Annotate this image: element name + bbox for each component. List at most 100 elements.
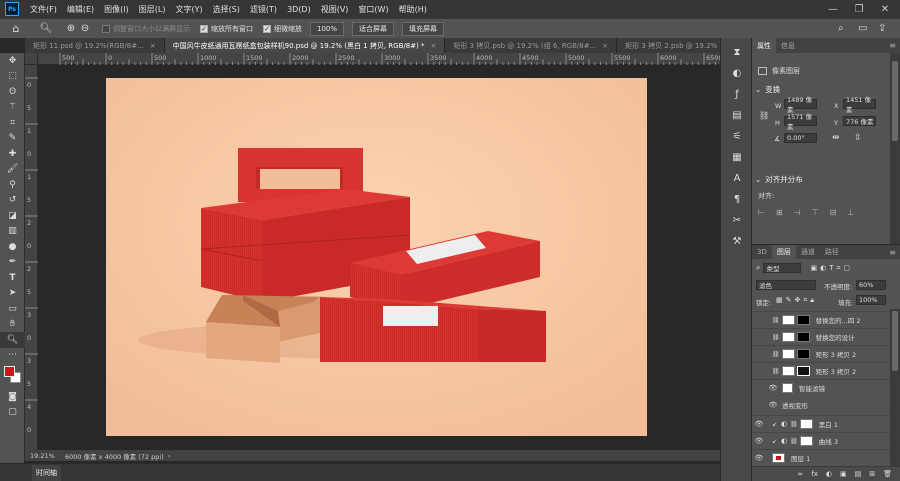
character-panel-icon[interactable]: A	[721, 168, 753, 189]
menu-select[interactable]: 选择(S)	[208, 4, 245, 15]
layer-row[interactable]: ⛓ 矩形 3 拷贝 2	[752, 362, 890, 379]
magic-wand-icon[interactable]: ⚚	[0, 100, 25, 116]
eye-icon[interactable]: 👁︎	[766, 384, 780, 392]
brush-tool-icon[interactable]: 🖌︎	[0, 162, 25, 178]
properties-scrollbar[interactable]	[890, 53, 900, 244]
menu-filter[interactable]: 滤镜(T)	[245, 4, 282, 15]
align-right-icon[interactable]: ⊣	[794, 208, 801, 217]
menu-type[interactable]: 文字(Y)	[170, 4, 207, 15]
zoom-tool-sidebar-icon[interactable]: 🔍︎	[0, 332, 25, 348]
timeline-tab[interactable]: 时间轴	[32, 464, 61, 481]
layers-scrollbar[interactable]	[890, 309, 900, 466]
angle-field[interactable]: 0.00°	[784, 133, 817, 143]
x-field[interactable]: 1451 像素	[843, 96, 876, 114]
restore-button[interactable]: ❐	[846, 0, 872, 18]
move-tool-icon[interactable]: ✥	[0, 53, 25, 69]
layer-row[interactable]: ⛓ 替换您的...四 2	[752, 311, 890, 328]
flip-horizontal-icon[interactable]: ⇹	[832, 133, 840, 143]
menu-help[interactable]: 帮助(H)	[394, 4, 432, 15]
link-icon[interactable]: ⛓	[759, 111, 769, 120]
minimize-button[interactable]: —	[820, 0, 846, 18]
fx-icon[interactable]: fx	[811, 470, 818, 478]
doc-tab-active[interactable]: 中国风牛皮纸通用瓦楞纸盒包装样机90.psd @ 19.2% (黑白 1 拷贝,…	[164, 38, 446, 53]
scroll-thumb[interactable]	[892, 61, 898, 141]
eraser-icon[interactable]: ◪	[0, 208, 25, 224]
layer-row[interactable]: 👁︎ ↙ ◐ ⛓ 曲线 3	[752, 432, 890, 449]
fx-panel-icon[interactable]: ƒ	[721, 84, 753, 105]
document-canvas[interactable]	[38, 65, 720, 450]
eyedropper-icon[interactable]: ✎	[0, 131, 25, 147]
search-icon[interactable]: ⌕	[838, 23, 844, 34]
lasso-tool-icon[interactable]: ʘ	[0, 84, 25, 100]
y-field[interactable]: 776 像素	[843, 116, 876, 126]
filter-icons[interactable]: ▣◐T⌗▢	[810, 264, 853, 273]
align-center-h-icon[interactable]: ⊞	[776, 208, 783, 217]
menu-layer[interactable]: 图层(L)	[134, 4, 171, 15]
tab-paths[interactable]: 路径	[820, 245, 844, 260]
fit-screen-button[interactable]: 适合屏幕	[352, 21, 395, 36]
eye-icon[interactable]: 👁︎	[766, 401, 780, 409]
paragraph-panel-icon[interactable]: ¶	[721, 189, 753, 210]
layer-row[interactable]: 👁︎ ↙ ◐ ⛓ 黑白 1	[752, 415, 890, 432]
layer-row[interactable]: 👁︎ 图层 1	[752, 449, 890, 466]
tab-properties[interactable]: 属性	[752, 38, 776, 53]
dodge-tool-icon[interactable]: ●	[0, 239, 25, 255]
swatches-panel-icon[interactable]: ▦	[721, 147, 753, 168]
close-tab-icon[interactable]: ×	[150, 42, 156, 50]
link-layers-icon[interactable]: ∞	[797, 470, 803, 478]
pen-tool-icon[interactable]: ✒	[0, 255, 25, 271]
adjustment-layer-icon[interactable]: ▣	[840, 470, 847, 478]
menu-window[interactable]: 窗口(W)	[353, 4, 393, 15]
blend-mode-select[interactable]: 滤色	[756, 280, 816, 290]
group-icon[interactable]: ▤	[855, 470, 862, 478]
crop-tool-icon[interactable]: ⌗	[0, 115, 25, 131]
trash-icon[interactable]: 🗑	[883, 470, 892, 478]
align-bottom-icon[interactable]: ⊥	[847, 208, 854, 217]
smart-filter-row[interactable]: 👁︎ 智能滤镜	[752, 379, 890, 396]
align-middle-v-icon[interactable]: ⊟	[830, 208, 837, 217]
scroll-thumb[interactable]	[892, 311, 898, 371]
workspace-icon[interactable]: ▭	[858, 23, 867, 34]
flip-vertical-icon[interactable]: ⇳	[854, 133, 862, 143]
filter-kind-select[interactable]: 类型	[763, 263, 802, 273]
scrubby-zoom-checkbox[interactable]: ✓ 细微缩放	[263, 24, 302, 34]
tab-3d[interactable]: 3D	[752, 245, 772, 260]
new-layer-icon[interactable]: ⊞	[869, 470, 875, 478]
zoom-all-checkbox[interactable]: ✓ 缩放所有窗口	[200, 24, 253, 34]
close-tab-icon[interactable]: ×	[431, 42, 437, 50]
width-field[interactable]: 1489 像素	[784, 96, 817, 114]
share-icon[interactable]: ⇪	[878, 23, 886, 34]
add-mask-icon[interactable]: ◐	[826, 470, 832, 478]
more-tools-icon[interactable]: ⋯	[0, 348, 25, 364]
fill-field[interactable]: 100%	[856, 295, 886, 305]
hand-tool-icon[interactable]: ✋︎	[0, 317, 25, 333]
layer-row[interactable]: ⛓ 矩形 3 拷贝 2	[752, 345, 890, 362]
marquee-tool-icon[interactable]: ⬚	[0, 69, 25, 85]
history-brush-icon[interactable]: ↺	[0, 193, 25, 209]
fill-screen-button[interactable]: 填充屏幕	[402, 21, 445, 36]
tool-presets-icon[interactable]: ✂	[721, 210, 753, 231]
type-tool-icon[interactable]: T	[0, 270, 25, 286]
opacity-field[interactable]: 60%	[856, 280, 886, 290]
rectangle-tool-icon[interactable]: ▭	[0, 301, 25, 317]
layers-menu-icon[interactable]: ≡	[889, 248, 896, 257]
adjustments-panel-icon[interactable]: ▤	[721, 105, 753, 126]
healing-brush-icon[interactable]: ✚	[0, 146, 25, 162]
panel-menu-icon[interactable]: ≡	[889, 41, 896, 50]
align-top-icon[interactable]: ⊤	[812, 208, 819, 217]
zoom-tool-icon[interactable]: 🔍︎	[34, 23, 58, 34]
close-tab-icon[interactable]: ×	[602, 42, 608, 50]
height-field[interactable]: 1571 像素	[784, 113, 817, 131]
zoom-out-icon[interactable]: ⊖	[78, 23, 92, 34]
color-panel-icon[interactable]: ◐	[721, 63, 753, 84]
doc-tab[interactable]: 矩形 11.psd @ 19.2%(RGB/8#... ×	[25, 38, 165, 53]
clone-stamp-icon[interactable]: ⚲	[0, 177, 25, 193]
canvas-area[interactable]	[38, 65, 720, 450]
doc-tab[interactable]: 矩形 3 拷贝.psb @ 19.2% (组 6, RGB/8#... ×	[445, 38, 618, 53]
align-header[interactable]: ⌄ 对齐并分布	[755, 174, 803, 185]
history-panel-icon[interactable]: ⧗	[721, 42, 753, 63]
tab-channels[interactable]: 通道	[796, 245, 820, 260]
quick-mask-icon[interactable]: ◙	[0, 389, 25, 405]
path-selection-icon[interactable]: ➤	[0, 286, 25, 302]
layer-row[interactable]: ⛓ 替换您的设计	[752, 328, 890, 345]
